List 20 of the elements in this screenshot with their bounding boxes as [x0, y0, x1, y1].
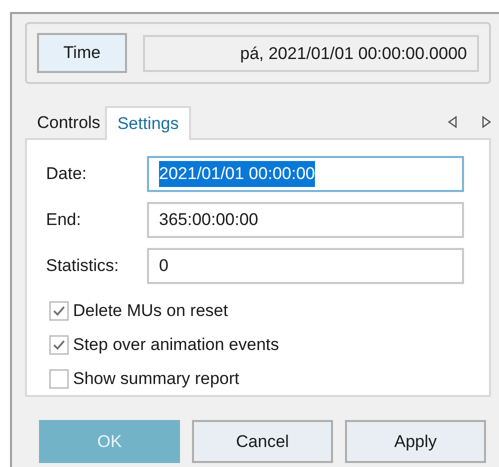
field-label: End: [46, 209, 82, 232]
time-button[interactable]: Time [37, 33, 127, 73]
input-field[interactable]: 0 [147, 248, 464, 284]
checkbox-label: Step over animation events [73, 334, 280, 356]
input-field[interactable]: 365:00:00:00 [147, 202, 464, 238]
input-field[interactable]: 2021/01/01 00:00:00 [147, 156, 464, 192]
field-label: Date: [46, 163, 88, 186]
scroll-left-icon[interactable] [448, 116, 457, 128]
checkbox[interactable] [49, 301, 69, 321]
tab[interactable]: Controls [35, 108, 102, 138]
dialog-button[interactable]: Apply [345, 420, 486, 463]
tab[interactable]: Settings [105, 106, 191, 140]
field-label: Statistics: [46, 255, 120, 278]
checkbox[interactable] [49, 335, 69, 355]
checkbox-label: Show summary report [73, 368, 240, 390]
checkbox-label: Delete MUs on reset [73, 300, 228, 322]
time-display: pá, 2021/01/01 00:00:00.0000 [143, 34, 479, 72]
checkbox[interactable] [49, 369, 69, 389]
scroll-right-icon[interactable] [482, 116, 491, 128]
dialog-button[interactable]: Cancel [192, 420, 333, 463]
